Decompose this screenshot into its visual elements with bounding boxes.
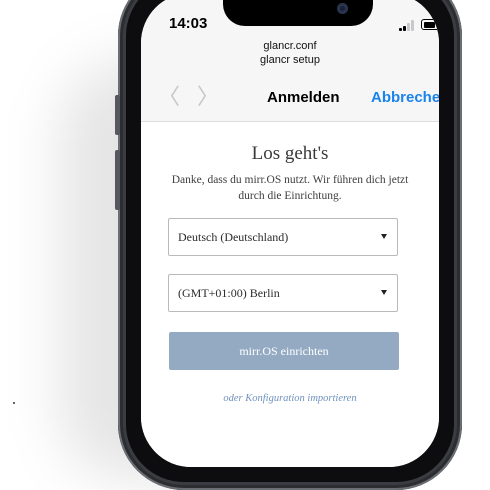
phone-notch	[223, 0, 373, 26]
setup-heading: Los geht's	[251, 143, 329, 164]
forward-chevron-icon[interactable]: 〉	[197, 86, 219, 108]
language-select[interactable]: Deutsch (Deutschland)	[168, 218, 398, 256]
language-select-value: Deutsch (Deutschland)	[178, 230, 289, 244]
import-config-link[interactable]: oder Konfiguration importieren	[141, 393, 439, 404]
phone-screen: 14:03 glancr.conf glancr setup 〈 〉 Anmel…	[141, 0, 439, 467]
phone-bezel: 14:03 glancr.conf glancr setup 〈 〉 Anmel…	[126, 0, 454, 482]
setup-mirros-button[interactable]: mirr.OS einrichten	[169, 332, 399, 370]
battery-icon	[421, 19, 439, 30]
timezone-select-value: (GMT+01:00) Berlin	[178, 286, 280, 300]
cancel-button[interactable]: Abbrechen	[371, 89, 439, 106]
page-title: Anmelden	[267, 89, 340, 106]
url-line-host: glancr.conf	[263, 40, 317, 52]
phone-volume-button	[115, 150, 120, 210]
url-line-title: glancr setup	[260, 54, 320, 66]
status-time: 14:03	[169, 15, 208, 32]
setup-description: Danke, dass du mirr.OS nutzt. Wir führen…	[171, 174, 409, 202]
signal-icon	[399, 19, 415, 31]
phone-side-button	[115, 95, 120, 135]
timezone-select[interactable]: (GMT+01:00) Berlin	[168, 274, 398, 312]
camera-icon	[337, 3, 348, 14]
caret-down-icon	[381, 290, 387, 295]
caret-down-icon	[381, 234, 387, 239]
back-chevron-icon[interactable]: 〈	[158, 86, 180, 108]
phone-frame: 14:03 glancr.conf glancr setup 〈 〉 Anmel…	[118, 0, 462, 490]
setup-form: Los geht's Danke, dass du mirr.OS nutzt.…	[141, 122, 439, 467]
stray-dot	[13, 402, 15, 404]
